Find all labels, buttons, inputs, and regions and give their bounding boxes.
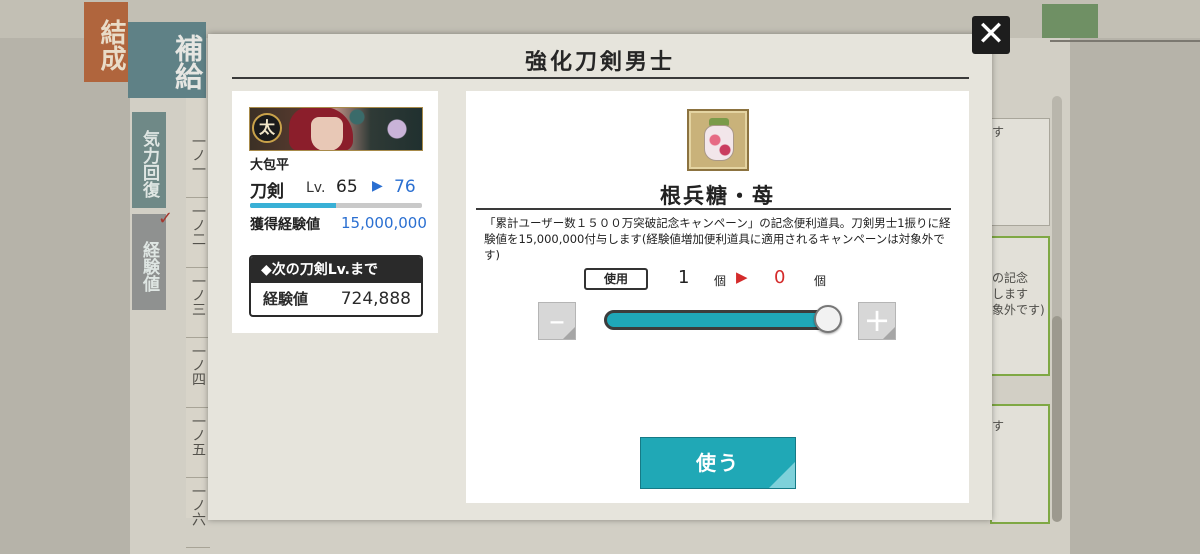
- use-item-label: 使う: [696, 451, 740, 475]
- next-level-body: 経験値 724,888: [251, 283, 421, 315]
- button-corner: [883, 327, 895, 339]
- quantity-slider-thumb[interactable]: [814, 305, 842, 333]
- background-divider: [1050, 40, 1200, 42]
- quantity-arrow-icon: ▶: [736, 268, 748, 286]
- next-level-header: ◆次の刀剣Lv.まで: [251, 257, 421, 283]
- background-tab-formation: 結成: [84, 2, 128, 82]
- background-right-text: す: [992, 125, 1005, 139]
- next-exp-value: 724,888: [340, 289, 411, 309]
- current-level: 65: [336, 177, 358, 197]
- item-divider: [476, 208, 951, 210]
- button-corner: [769, 462, 795, 488]
- level-arrow-icon: ▶: [372, 178, 383, 194]
- increase-button[interactable]: +: [858, 302, 896, 340]
- background-right-text: の記念 します 象外です): [992, 271, 1045, 317]
- background-right-text: す: [992, 419, 1005, 433]
- dialog-divider: [232, 77, 969, 79]
- enhance-dialog: 強化刀剣男士 太 大包平 刀剣 Lv. 65 ▶ 76 獲得経験値 15,000…: [208, 34, 992, 520]
- item-name: 根兵糖・苺: [660, 184, 775, 208]
- use-item-button[interactable]: 使う: [640, 437, 796, 489]
- next-exp-label: 経験値: [263, 290, 309, 308]
- unit-portrait: 太: [249, 107, 423, 151]
- item-description: 「累計ユーザー数１５００万突破記念キャンペーン」の記念便利道具。刀剣男士1振りに…: [484, 216, 951, 262]
- background-top-right-button: [1042, 4, 1098, 38]
- background-check-icon: ✓: [158, 208, 174, 229]
- gain-label: 獲得経験値: [250, 217, 320, 233]
- portrait-frame: [249, 107, 423, 151]
- unit-card: 太 大包平 刀剣 Lv. 65 ▶ 76 獲得経験値 15,000,000 ◆次…: [232, 91, 438, 333]
- level-label: Lv.: [306, 180, 326, 196]
- level-progress-fill: [250, 203, 336, 208]
- button-corner: [563, 327, 575, 339]
- gain-row: 獲得経験値 15,000,000: [250, 214, 430, 234]
- item-panel: 根兵糖・苺 「累計ユーザー数１５００万突破記念キャンペーン」の記念便利道具。刀剣…: [466, 91, 969, 503]
- background-list-row: 一ノ六: [186, 448, 210, 548]
- close-icon: ✕: [976, 14, 1006, 54]
- background-side-tab-fatigue: 気力回復: [132, 112, 166, 208]
- use-quantity-unit: 個: [714, 274, 727, 288]
- level-row: 刀剣 Lv. 65 ▶ 76: [250, 177, 430, 202]
- remaining-quantity: 0: [774, 267, 786, 288]
- background-tab-supply: 補給: [128, 22, 206, 98]
- dialog-title: 強化刀剣男士: [524, 50, 675, 75]
- usage-row: 使用 1 個 ▶ 0 個: [582, 267, 882, 292]
- level-progress-bar: [250, 203, 422, 208]
- quantity-slider-track[interactable]: [604, 310, 840, 330]
- remaining-quantity-unit: 個: [814, 274, 827, 288]
- unit-name: 大包平: [250, 158, 290, 173]
- use-quantity: 1: [678, 267, 690, 288]
- decrease-button[interactable]: –: [538, 302, 576, 340]
- gain-value: 15,000,000: [341, 214, 427, 232]
- close-button[interactable]: ✕: [972, 16, 1010, 54]
- next-level-box: ◆次の刀剣Lv.まで 経験値 724,888: [249, 255, 423, 317]
- jar-body: [704, 125, 734, 161]
- background-scrollbar-thumb: [1052, 316, 1062, 522]
- next-level: 76: [394, 177, 416, 197]
- unit-type: 刀剣: [250, 182, 284, 202]
- konpeito-jar-icon: [687, 109, 749, 171]
- usage-tag: 使用: [584, 268, 648, 290]
